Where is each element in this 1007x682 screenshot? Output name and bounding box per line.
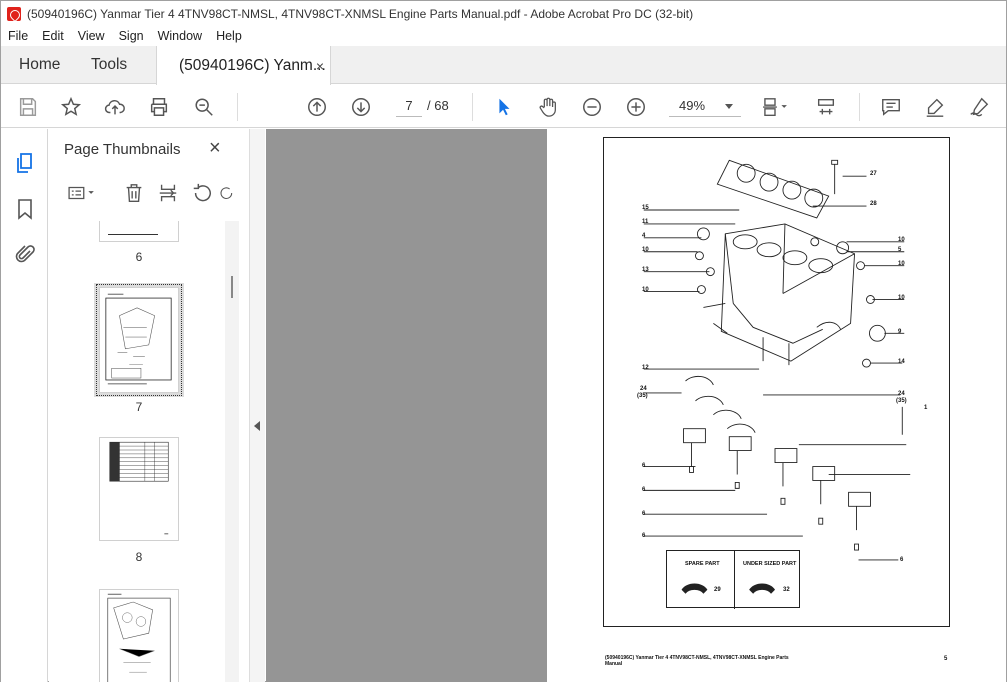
save-icon[interactable] <box>15 94 41 120</box>
page-thumbnails-icon[interactable] <box>13 151 37 175</box>
title-bar: (50940196C) Yanmar Tier 4 4TNV98CT-NMSL,… <box>1 1 1006 26</box>
scrollbar-thumb[interactable] <box>231 276 233 298</box>
thumbnail-page-8[interactable] <box>99 437 179 541</box>
upload-cloud-icon[interactable] <box>102 94 128 120</box>
callout-label: 10 <box>898 261 905 267</box>
zoom-in-icon[interactable] <box>623 94 649 120</box>
panel-close-icon[interactable]: × <box>209 137 221 160</box>
callout-label: 10 <box>898 295 905 301</box>
zoom-level-value: 49% <box>679 98 706 113</box>
callout-label: 6 <box>642 463 646 469</box>
callout-label: 13 <box>642 267 649 273</box>
zoom-out-icon[interactable] <box>579 94 605 120</box>
page-thumbnails-panel: Page Thumbnails × 6 7 8 <box>49 129 249 682</box>
select-cursor-icon[interactable] <box>491 94 517 120</box>
thumbnail-options-icon[interactable] <box>63 180 99 206</box>
menu-window[interactable]: Window <box>151 29 209 43</box>
left-navigation-rail <box>1 129 48 682</box>
callout-label: 27 <box>870 171 877 177</box>
acrobat-window: (50940196C) Yanmar Tier 4 4TNV98CT-NMSL,… <box>0 0 1007 682</box>
zoom-search-icon[interactable] <box>191 94 217 120</box>
callout-label: 5 <box>898 247 902 253</box>
callout-label: 4 <box>642 233 646 239</box>
page-footer-number: 5 <box>944 656 948 662</box>
tab-home[interactable]: Home <box>19 46 60 84</box>
rotate-clockwise-icon[interactable] <box>219 180 235 206</box>
acrobat-app-icon <box>7 6 21 21</box>
callout-label: 10 <box>642 287 649 293</box>
under-sized-part-number: 32 <box>783 587 790 593</box>
callout-label: (35) <box>896 398 907 404</box>
comment-icon[interactable] <box>878 94 904 120</box>
tab-bar: Home Tools (50940196C) Yanm... × <box>1 46 1006 85</box>
collapse-arrow-icon[interactable] <box>254 421 260 431</box>
attachments-paperclip-icon[interactable] <box>13 243 37 267</box>
menu-file[interactable]: File <box>1 29 35 43</box>
next-page-icon[interactable] <box>348 94 374 120</box>
delete-trash-icon[interactable] <box>121 180 147 206</box>
bookmark-star-icon[interactable] <box>58 94 84 120</box>
callout-label: 6 <box>642 511 646 517</box>
highlight-pen-icon[interactable] <box>922 94 948 120</box>
document-viewer[interactable]: 15 11 4 10 13 10 12 24 (35) 6 6 6 6 27 2… <box>266 129 1006 682</box>
callout-label: 1 <box>924 405 928 411</box>
bookmarks-icon[interactable] <box>13 197 37 221</box>
tab-close-icon[interactable]: × <box>316 58 324 74</box>
zoom-dropdown-caret-icon <box>725 104 733 109</box>
callout-label: (35) <box>637 393 648 399</box>
menu-help[interactable]: Help <box>209 29 249 43</box>
callout-label: 24 <box>898 391 905 397</box>
scroll-mode-icon[interactable] <box>813 94 839 120</box>
panel-toolbar <box>49 176 239 210</box>
page-number-input[interactable]: 7 <box>396 95 422 117</box>
thumbnail-label: 6 <box>135 250 143 264</box>
thumbnail-page-6[interactable] <box>99 221 179 242</box>
callout-label: 10 <box>642 247 649 253</box>
callout-label: 24 <box>640 386 647 392</box>
thumbnail-scrollbar[interactable] <box>225 221 239 682</box>
callout-label: 6 <box>642 487 646 493</box>
under-sized-part-label: UNDER SIZED PART <box>743 561 797 567</box>
insert-pages-icon[interactable] <box>155 180 181 206</box>
exploded-diagram-frame: 15 11 4 10 13 10 12 24 (35) 6 6 6 6 27 2… <box>603 137 950 627</box>
zoom-level-select[interactable]: 49% <box>669 95 741 117</box>
hand-tool-icon[interactable] <box>535 94 561 120</box>
parts-legend-box: SPARE PART UNDER SIZED PART 29 32 <box>666 550 800 609</box>
previous-page-icon[interactable] <box>304 94 330 120</box>
thumbnail-page-9[interactable] <box>99 589 179 682</box>
panel-title: Page Thumbnails <box>64 141 181 158</box>
window-title: (50940196C) Yanmar Tier 4 4TNV98CT-NMSL,… <box>27 6 694 21</box>
callout-label: 9 <box>898 329 902 335</box>
print-icon[interactable] <box>146 94 172 120</box>
thumbnail-label: 7 <box>135 400 143 414</box>
sign-pen-icon[interactable] <box>966 94 992 120</box>
menu-sign[interactable]: Sign <box>112 29 151 43</box>
pdf-page: 15 11 4 10 13 10 12 24 (35) 6 6 6 6 27 2… <box>547 129 1006 682</box>
menu-view[interactable]: View <box>71 29 112 43</box>
thumbnail-list: 6 7 8 <box>49 221 239 682</box>
callout-label: 6 <box>900 557 904 563</box>
callout-label: 15 <box>642 205 649 211</box>
thumbnail-label: 8 <box>135 550 143 564</box>
callout-label: 12 <box>642 365 649 371</box>
page-fit-icon[interactable] <box>758 94 792 120</box>
panel-collapse-splitter[interactable] <box>249 129 265 682</box>
callout-label: 10 <box>898 237 905 243</box>
callout-label: 11 <box>642 219 649 225</box>
spare-part-label: SPARE PART <box>685 561 720 567</box>
tab-document-label: (50940196C) Yanm... <box>179 56 326 74</box>
menu-edit[interactable]: Edit <box>35 29 71 43</box>
rotate-counterclockwise-icon[interactable] <box>189 180 215 206</box>
menu-bar: File Edit View Sign Window Help <box>1 26 1006 46</box>
callout-label: 14 <box>898 359 905 365</box>
page-footer-title: (50940196C) Yanmar Tier 4 4TNV98CT-NMSL,… <box>605 655 789 667</box>
tab-document[interactable]: (50940196C) Yanm... × <box>156 46 331 85</box>
tab-tools[interactable]: Tools <box>91 46 127 84</box>
thumbnail-page-7[interactable] <box>96 284 182 396</box>
main-toolbar: 7 / 68 49% <box>1 85 1006 128</box>
callout-label: 6 <box>642 533 646 539</box>
spare-part-number: 29 <box>714 587 721 593</box>
callout-label: 28 <box>870 201 877 207</box>
page-total: / 68 <box>427 98 449 113</box>
